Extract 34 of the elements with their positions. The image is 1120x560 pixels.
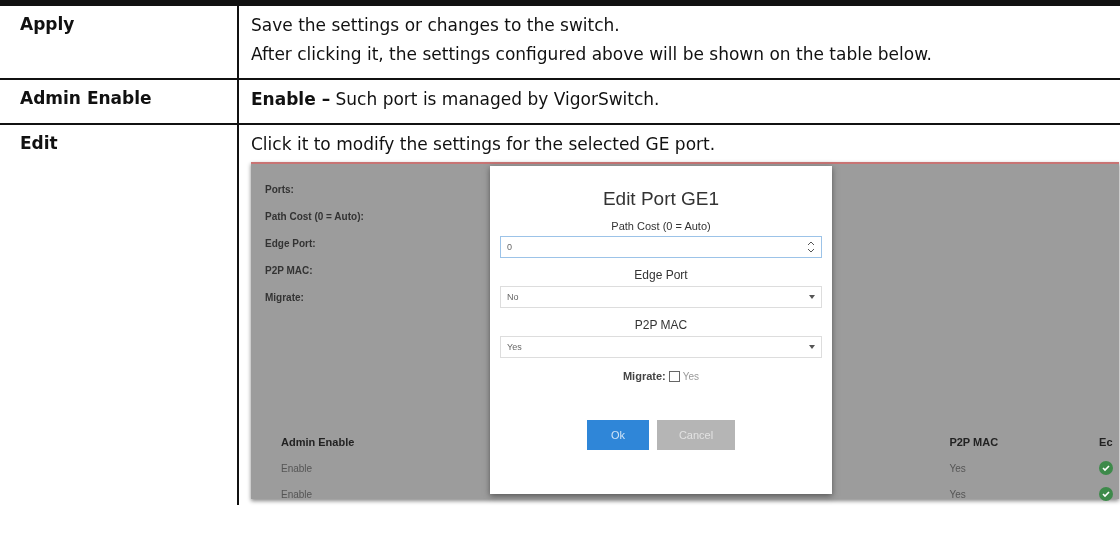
table-cell-text: Yes [949, 488, 967, 500]
description-text: Click it to modify the settings for the selected GE port. [251, 133, 717, 156]
term-label: Apply [19, 13, 76, 36]
column-header: Ec [1099, 436, 1114, 448]
check-circle-icon [1099, 461, 1114, 475]
table-cell-text: Enable [280, 488, 314, 500]
field-label: Edge Port [634, 268, 688, 282]
description-text: After clicking it, the settings configured above will be shown on the table below. [251, 43, 933, 66]
caret-icon [809, 295, 815, 299]
column-header: P2P MAC [949, 436, 1000, 448]
field-label: Migrate: [622, 370, 666, 382]
column-header: Admin Enable [280, 436, 356, 448]
check-circle-icon [1099, 487, 1114, 501]
form-label: P2P MAC: [265, 265, 313, 276]
number-field[interactable]: 0 [500, 236, 822, 258]
description-text: Enable – Such port is managed by VigorSwitch. [251, 88, 661, 111]
checkbox-label: Yes [682, 370, 700, 382]
caret-icon [809, 345, 815, 349]
field-label: P2P MAC [634, 318, 688, 332]
description-text: Save the settings or changes to the switch. [251, 14, 621, 37]
form-label: Path Cost (0 = Auto): [265, 211, 364, 222]
form-label: Edge Port: [265, 238, 316, 249]
table-cell-text: Enable [280, 462, 314, 474]
term-label: Admin Enable [19, 87, 153, 110]
term-label: Edit [19, 132, 59, 155]
form-label: Ports: [265, 184, 294, 195]
spinner-arrows-icon [807, 240, 815, 254]
select-field[interactable]: Yes [500, 336, 822, 358]
dialog-title: Edit Port GE1 [602, 188, 720, 210]
form-label: Migrate: [265, 292, 304, 303]
select-field[interactable]: No [500, 286, 822, 308]
table-cell-text: Yes [949, 462, 967, 474]
checkbox[interactable] [668, 370, 680, 382]
field-label: Path Cost (0 = Auto) [611, 220, 711, 232]
